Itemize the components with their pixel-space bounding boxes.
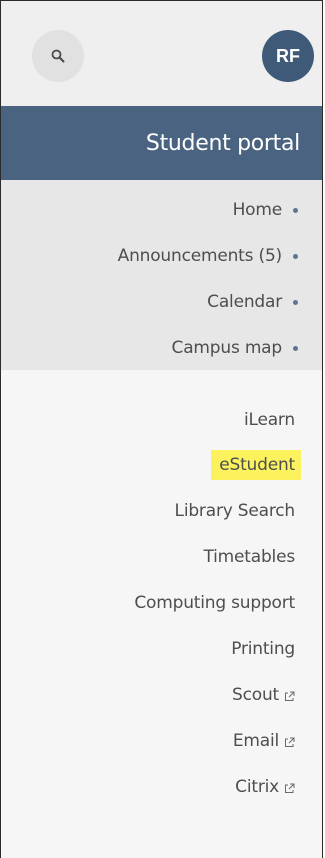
external-link-icon: [285, 737, 295, 747]
link-timetables[interactable]: Timetables: [203, 542, 295, 572]
bullet-icon: [293, 253, 298, 259]
bullet-icon: [293, 299, 298, 305]
external-link-icon: [285, 691, 295, 701]
portal-title[interactable]: Student portal: [1, 106, 322, 180]
link-label: Citrix: [235, 777, 279, 797]
link-label: iLearn: [243, 410, 295, 430]
link-label: Scout: [232, 685, 279, 705]
link-label: Timetables: [203, 547, 295, 567]
link-printing[interactable]: Printing: [231, 634, 295, 664]
nav-item-label: Campus map: [171, 338, 283, 358]
link-computing-support[interactable]: Computing support: [134, 588, 295, 618]
link-label: eStudent: [219, 455, 295, 475]
nav-item-label: Home: [232, 200, 283, 220]
nav-item-label: Announcements (5): [117, 246, 283, 266]
link-citrix[interactable]: Citrix: [235, 772, 295, 802]
bullet-icon: [293, 345, 298, 351]
link-label: Computing support: [134, 593, 295, 613]
search-icon: [51, 49, 65, 63]
link-library-search[interactable]: Library Search: [174, 496, 296, 526]
nav-item-label: Calendar: [207, 292, 282, 312]
external-link-icon: [285, 783, 295, 793]
search-button[interactable]: [32, 30, 84, 82]
bullet-icon: [293, 207, 298, 213]
link-email[interactable]: Email: [233, 726, 295, 756]
nav-item-announcements[interactable]: Announcements (5): [118, 241, 298, 271]
top-bar: RF: [1, 1, 322, 106]
sidebar-panel: RF Student portal Home Announcements (5)…: [0, 0, 323, 858]
link-label: Library Search: [174, 501, 296, 521]
nav-item-calendar[interactable]: Calendar: [207, 287, 298, 317]
link-label: Printing: [231, 639, 295, 659]
nav-item-campus-map[interactable]: Campus map: [172, 333, 298, 363]
link-label: Email: [232, 731, 279, 751]
nav-item-home[interactable]: Home: [233, 195, 298, 225]
avatar[interactable]: RF: [262, 30, 314, 82]
link-scout[interactable]: Scout: [232, 680, 295, 710]
primary-nav: Home Announcements (5) Calendar Campus m…: [1, 180, 322, 370]
link-ilearn[interactable]: iLearn: [244, 405, 295, 435]
link-estudent[interactable]: eStudent: [211, 450, 301, 480]
